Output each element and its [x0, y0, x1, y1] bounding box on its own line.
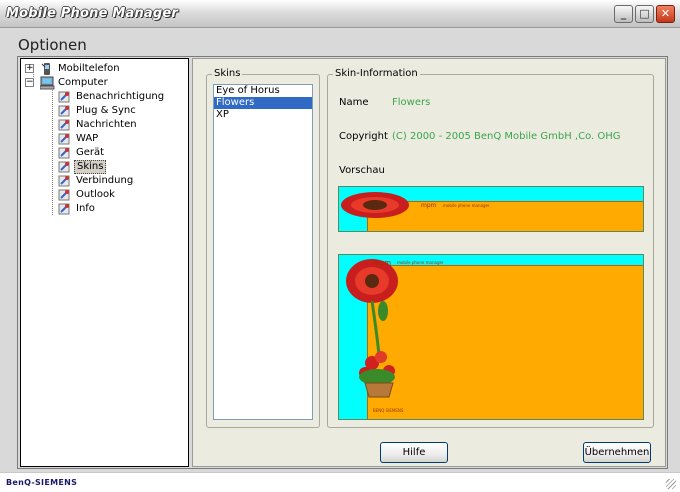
tree-item-label: Gerät [76, 147, 105, 158]
maximize-button[interactable]: □ [635, 5, 654, 23]
computer-icon [39, 76, 55, 90]
title-bar[interactable]: Mobile Phone Manager _ □ ✕ [0, 0, 680, 28]
tree-item-wap[interactable]: WAP [57, 132, 187, 146]
tree-item-nachrichten[interactable]: Nachrichten [57, 118, 187, 132]
skin-information-group-label: Skin-Information [333, 68, 420, 79]
minimize-button[interactable]: _ [614, 5, 633, 23]
flower-plant-icon [346, 259, 398, 398]
tree-item-label: Computer [58, 77, 108, 88]
preview-subtitle: mobile phone manager [397, 260, 444, 265]
preview-label: Vorschau [339, 165, 385, 176]
tree-item-label: Mobiltelefon [58, 63, 120, 74]
settings-icon [57, 188, 72, 202]
copyright-value: (C) 2000 - 2005 BenQ Mobile GmbH ,Co. OH… [392, 131, 621, 142]
tree-item-computer[interactable]: − Computer [25, 76, 175, 90]
phone-icon [40, 62, 55, 76]
name-value: Flowers [392, 97, 431, 108]
list-item[interactable]: Eye of Horus [214, 85, 312, 97]
skins-list[interactable]: Eye of Horus Flowers XP [213, 84, 313, 420]
settings-icon [57, 202, 72, 216]
tree-item-label: WAP [76, 133, 99, 144]
tree-item-label: Nachrichten [76, 119, 137, 130]
tree-item-benachrichtigung[interactable]: Benachrichtigung [57, 90, 187, 104]
tree-item-label: Verbindung [76, 175, 134, 186]
close-button[interactable]: ✕ [656, 5, 675, 23]
window-title: Mobile Phone Manager [6, 6, 179, 21]
options-tree[interactable]: + Mobiltelefon − Computer Benachrichtigu… [20, 58, 189, 467]
preview-brand: mpm [373, 259, 392, 267]
settings-icon [57, 160, 72, 174]
preview-logo: BENQ SIEMENS [373, 408, 404, 413]
skins-group-label: Skins [212, 68, 243, 79]
settings-icon [57, 174, 72, 188]
tree-item-verbindung[interactable]: Verbindung [57, 174, 187, 188]
brand-logo: BenQ-SIEMENS [6, 478, 78, 487]
tree-item-label: Plug & Sync [76, 105, 136, 116]
preview-subtitle: mobile phone manager [443, 203, 490, 208]
collapse-icon[interactable]: − [25, 78, 34, 87]
tree-item-label: Benachrichtigung [76, 91, 165, 102]
footer-bar: BenQ-SIEMENS [0, 472, 680, 492]
settings-icon [57, 104, 72, 118]
settings-icon [57, 146, 72, 160]
settings-icon [57, 118, 72, 132]
flower-icon [341, 192, 409, 218]
tree-item-plug-sync[interactable]: Plug & Sync [57, 104, 187, 118]
list-item-selected[interactable]: Flowers [214, 97, 312, 109]
expand-icon[interactable]: + [25, 64, 34, 73]
tree-item-label-selected: Skins [74, 160, 107, 174]
tree-item-label: Info [76, 203, 95, 214]
tree-item-label: Outlook [76, 189, 115, 200]
page-heading: Optionen [18, 36, 87, 54]
list-item[interactable]: XP [214, 109, 312, 121]
resize-grip-icon[interactable] [666, 479, 676, 489]
copyright-label: Copyright [339, 131, 388, 142]
tree-item-info[interactable]: Info [57, 202, 187, 216]
preview-large: mpm mobile phone manager BENQ SIEMENS [338, 254, 644, 420]
preview-small: mpm mobile phone manager [338, 186, 644, 232]
preview-brand: mpm [421, 202, 437, 209]
name-label: Name [339, 97, 369, 108]
help-button[interactable]: Hilfe [380, 442, 448, 463]
tree-item-geraet[interactable]: Gerät [57, 146, 187, 160]
tree-item-skins[interactable]: Skins [57, 160, 187, 174]
tree-item-outlook[interactable]: Outlook [57, 188, 187, 202]
settings-icon [57, 132, 72, 146]
apply-button[interactable]: Übernehmen [583, 442, 651, 463]
settings-icon [57, 90, 72, 104]
tree-item-mobiltelefon[interactable]: + Mobiltelefon [25, 62, 175, 76]
